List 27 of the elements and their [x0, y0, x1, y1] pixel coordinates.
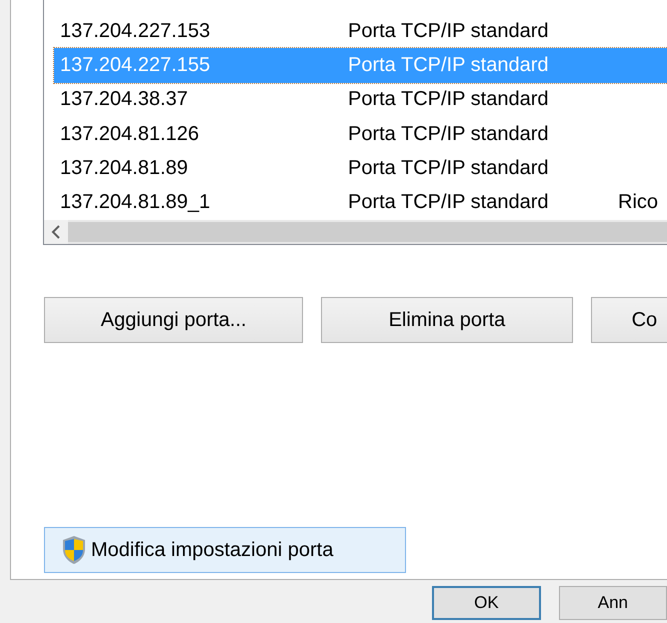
dialog-button[interactable]: Ann [558, 586, 667, 620]
port-row[interactable]: 137.204.81.126 Porta TCP/IP standard [54, 116, 667, 152]
port-name: 137.204.227.155 [59, 54, 212, 77]
dialog-button[interactable]: OK [432, 586, 541, 620]
port-description: Porta TCP/IP standard [348, 54, 550, 77]
port-description: Porta TCP/IP standard [348, 156, 550, 180]
port-row[interactable]: 137.204.81.89 Porta TCP/IP standard [54, 151, 667, 186]
port-name: 137.204.81.126 [59, 122, 200, 146]
port-button[interactable]: Aggiungi porta... [44, 297, 304, 343]
port-name: 137.204.38.37 [59, 88, 189, 112]
port-row[interactable]: 137.204.81.89_1 Porta TCP/IP standard Rico [54, 186, 667, 220]
port-button[interactable]: Elimina porta [321, 297, 573, 343]
port-button[interactable]: Co [590, 297, 667, 343]
port-description: Porta TCP/IP standard [348, 88, 550, 112]
scroll-left-icon[interactable] [44, 220, 68, 244]
port-row[interactable]: 137.204.38.37 Porta TCP/IP standard [54, 82, 667, 117]
port-description: Porta TCP/IP standard [348, 191, 550, 214]
port-description: Porta TCP/IP standard [348, 20, 550, 43]
port-row[interactable]: 137.204.227.153 Porta TCP/IP standard [54, 14, 667, 48]
shield-icon [61, 535, 87, 565]
horizontal-scrollbar[interactable] [44, 220, 667, 244]
port-name: 137.204.81.89 [59, 156, 189, 180]
port-column-3: Rico [618, 191, 658, 214]
port-name: 137.204.81.89_1 [59, 191, 212, 214]
port-name: 137.204.227.153 [59, 20, 212, 43]
port-description: Porta TCP/IP standard [348, 122, 550, 146]
settings-button[interactable]: Modifica impostazioni porta [44, 527, 406, 573]
